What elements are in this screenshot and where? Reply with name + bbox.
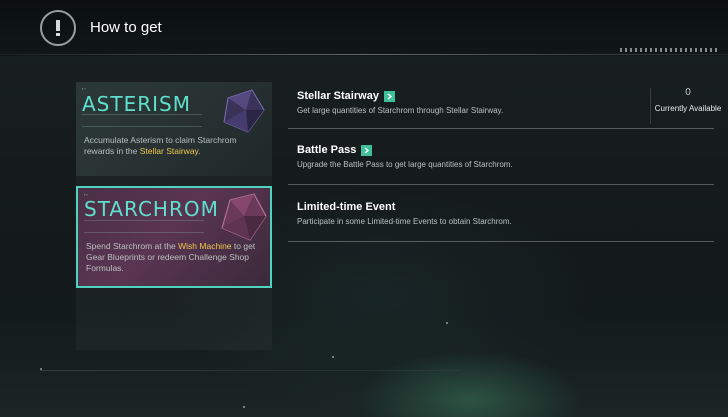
card-kicker-mark: ▪▪ [82, 86, 87, 91]
back-button[interactable] [40, 10, 76, 46]
starchrom-card[interactable]: ▪▪ STARCHROM Spend Starchrom at the Wish… [76, 186, 272, 288]
chevron-right-icon [364, 146, 370, 154]
background-star [446, 322, 448, 324]
stellar-stairway-link[interactable]: Stellar Stairway [140, 146, 198, 156]
card-decoration-line [84, 232, 204, 233]
background-star [332, 356, 334, 358]
source-row-battle-pass: Battle Pass Upgrade the Battle Pass to g… [288, 138, 714, 185]
background-star [40, 368, 42, 370]
source-row-stellar-stairway: Stellar Stairway Get large quantities of… [288, 84, 721, 129]
chevron-right-icon [387, 92, 393, 100]
available-label: Currently Available [654, 104, 722, 113]
asterism-card[interactable]: ▪▪ ASTERISM Accumulate Asterism to claim… [76, 82, 272, 176]
card-decoration-line [82, 114, 202, 115]
card-decoration-line [84, 220, 204, 221]
source-description: Get large quantities of Starchrom throug… [297, 106, 504, 115]
source-title: Stellar Stairway [297, 90, 395, 102]
page-title: How to get [90, 19, 162, 36]
background-star [243, 406, 245, 408]
card-title: ASTERISM [82, 92, 191, 116]
card-description: Accumulate Asterism to claim Starchrom r… [84, 135, 237, 156]
source-title: Battle Pass [297, 144, 373, 156]
asterism-crystal-icon [223, 89, 265, 133]
card-decoration-line [82, 126, 202, 127]
header-divider [0, 54, 728, 55]
source-description: Upgrade the Battle Pass to get large qua… [297, 160, 513, 169]
source-row-limited-time-event: Limited-time Event Participate in some L… [288, 195, 714, 242]
card-description: Spend Starchrom at the Wish Machine to g… [86, 241, 256, 273]
source-title: Limited-time Event [297, 201, 396, 213]
card-title: STARCHROM [84, 197, 219, 221]
starchrom-crystal-icon [221, 193, 267, 241]
source-description: Participate in some Limited-time Events … [297, 217, 512, 226]
available-count: 0 [685, 87, 691, 98]
bottom-decoration-line [40, 370, 460, 371]
row-divider [650, 88, 651, 124]
goto-battle-pass-button[interactable] [361, 144, 373, 156]
header-decoration [620, 48, 720, 52]
wish-machine-link[interactable]: Wish Machine [178, 241, 231, 251]
goto-stellar-stairway-button[interactable] [383, 90, 395, 102]
exclamation-icon [56, 20, 60, 36]
